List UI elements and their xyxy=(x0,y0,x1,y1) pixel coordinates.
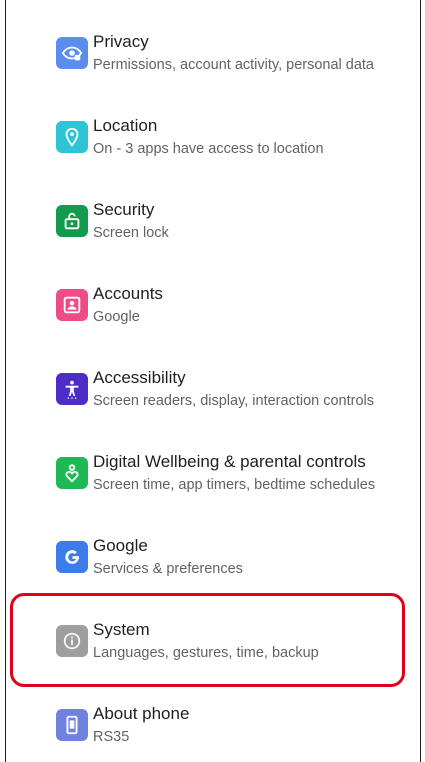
settings-item-text: Google Services & preferences xyxy=(93,535,414,579)
settings-item-subtitle: Services & preferences xyxy=(93,561,243,577)
settings-item-text: Accounts Google xyxy=(93,283,414,327)
settings-item-system[interactable]: System Languages, gestures, time, backup xyxy=(6,601,420,681)
info-icon xyxy=(56,625,88,657)
phone-icon xyxy=(56,709,88,741)
settings-item-title: Google xyxy=(93,536,148,555)
settings-list: Privacy Permissions, account activity, p… xyxy=(6,0,420,762)
settings-item-title: Digital Wellbeing & parental controls xyxy=(93,452,366,471)
settings-item-accessibility[interactable]: Accessibility Screen readers, display, i… xyxy=(6,349,420,429)
location-pin-icon xyxy=(56,121,88,153)
settings-item-about-phone[interactable]: About phone RS35 xyxy=(6,685,420,762)
settings-item-text: Location On - 3 apps have access to loca… xyxy=(93,115,414,159)
lock-icon xyxy=(56,205,88,237)
settings-item-text: Security Screen lock xyxy=(93,199,414,243)
settings-item-text: System Languages, gestures, time, backup xyxy=(93,619,414,663)
settings-item-subtitle: RS35 xyxy=(93,729,130,745)
settings-item-title: Accounts xyxy=(93,284,163,303)
settings-item-subtitle: Screen lock xyxy=(93,225,169,241)
settings-item-title: Location xyxy=(93,116,158,135)
settings-item-google[interactable]: Google Services & preferences xyxy=(6,517,420,597)
settings-item-text: Accessibility Screen readers, display, i… xyxy=(93,367,414,411)
settings-item-accounts[interactable]: Accounts Google xyxy=(6,265,420,345)
settings-item-subtitle: On - 3 apps have access to location xyxy=(93,141,324,157)
accessibility-icon xyxy=(56,373,88,405)
settings-item-text: Privacy Permissions, account activity, p… xyxy=(93,31,414,75)
settings-item-subtitle: Permissions, account activity, personal … xyxy=(93,57,375,73)
settings-item-subtitle: Languages, gestures, time, backup xyxy=(93,645,319,661)
settings-item-subtitle: Google xyxy=(93,309,140,325)
settings-screen: Privacy Permissions, account activity, p… xyxy=(5,0,421,762)
settings-item-title: Security xyxy=(93,200,155,219)
settings-item-digital-wellbeing[interactable]: Digital Wellbeing & parental controls Sc… xyxy=(6,433,420,513)
settings-item-title: Accessibility xyxy=(93,368,186,387)
google-g-icon xyxy=(56,541,88,573)
settings-item-title: Privacy xyxy=(93,32,149,51)
settings-item-text: Digital Wellbeing & parental controls Sc… xyxy=(93,451,414,495)
account-icon xyxy=(56,289,88,321)
privacy-eye-icon xyxy=(56,37,88,69)
settings-item-security[interactable]: Security Screen lock xyxy=(6,181,420,261)
wellbeing-heart-icon xyxy=(56,457,88,489)
settings-item-text: About phone RS35 xyxy=(93,703,414,747)
settings-item-title: System xyxy=(93,620,150,639)
settings-item-subtitle: Screen readers, display, interaction con… xyxy=(93,393,375,409)
settings-item-title: About phone xyxy=(93,704,190,723)
settings-item-privacy[interactable]: Privacy Permissions, account activity, p… xyxy=(6,13,420,93)
settings-item-subtitle: Screen time, app timers, bedtime schedul… xyxy=(93,477,376,493)
settings-item-location[interactable]: Location On - 3 apps have access to loca… xyxy=(6,97,420,177)
